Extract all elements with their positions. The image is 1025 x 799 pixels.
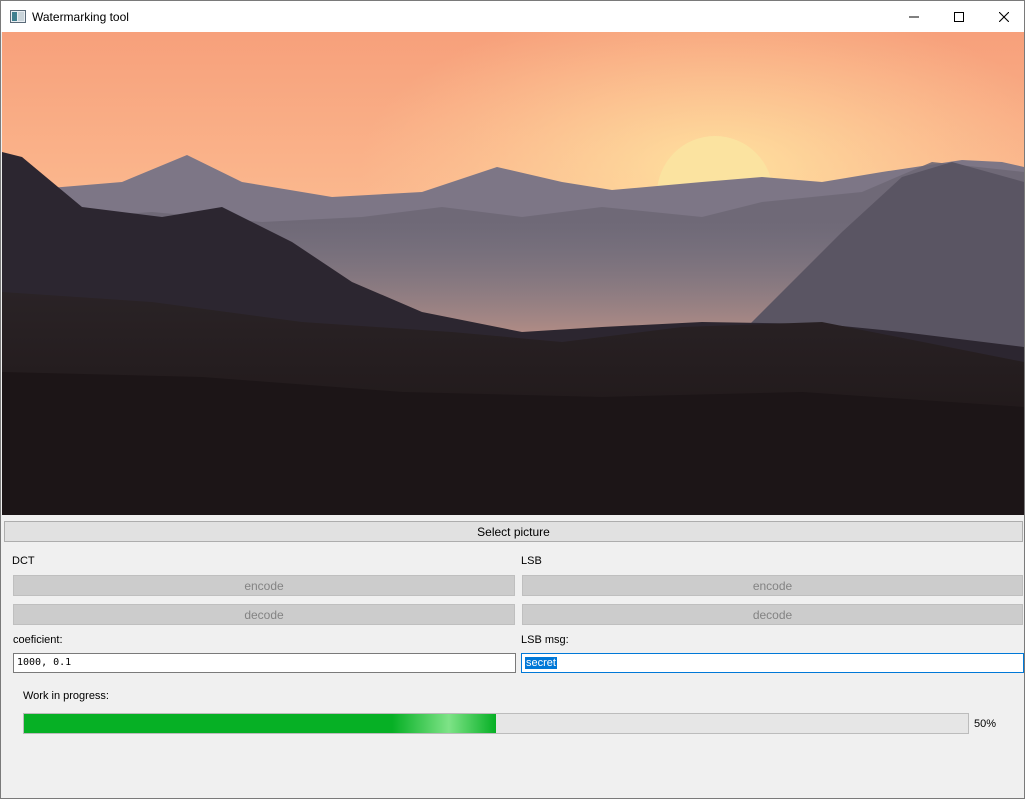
minimize-button[interactable]	[891, 1, 937, 32]
lsb-encode-button[interactable]: encode	[522, 575, 1023, 596]
minimize-icon	[909, 16, 919, 17]
close-icon	[999, 11, 1009, 22]
progress-label: Work in progress:	[23, 690, 109, 702]
lsb-msg-label: LSB msg:	[521, 634, 569, 646]
maximize-button[interactable]	[936, 1, 982, 32]
dct-decode-button[interactable]: decode	[13, 604, 515, 625]
coefficient-label: coeficient:	[13, 634, 63, 646]
dct-encode-button[interactable]: encode	[13, 575, 515, 596]
lsb-section-label: LSB	[521, 555, 542, 567]
close-button[interactable]	[981, 1, 1025, 32]
app-window-icon	[10, 10, 26, 23]
window-title: Watermarking tool	[32, 10, 129, 24]
progress-percent: 50%	[974, 718, 997, 730]
lsb-msg-input[interactable]: secret	[521, 653, 1024, 673]
lsb-decode-button[interactable]: decode	[522, 604, 1023, 625]
dct-section-label: DCT	[12, 555, 35, 567]
main-window: Watermarking tool Select picture DCT enc…	[0, 0, 1025, 799]
select-picture-button[interactable]: Select picture	[4, 521, 1023, 542]
progress-fill	[24, 714, 496, 733]
maximize-icon	[954, 11, 964, 22]
lsb-msg-selected-text: secret	[525, 657, 557, 669]
landscape-photo	[2, 32, 1024, 515]
coefficient-input[interactable]: 1000, 0.1	[13, 653, 516, 673]
picture-preview	[2, 32, 1024, 515]
title-bar[interactable]: Watermarking tool	[1, 1, 1024, 32]
progress-bar	[23, 713, 969, 734]
